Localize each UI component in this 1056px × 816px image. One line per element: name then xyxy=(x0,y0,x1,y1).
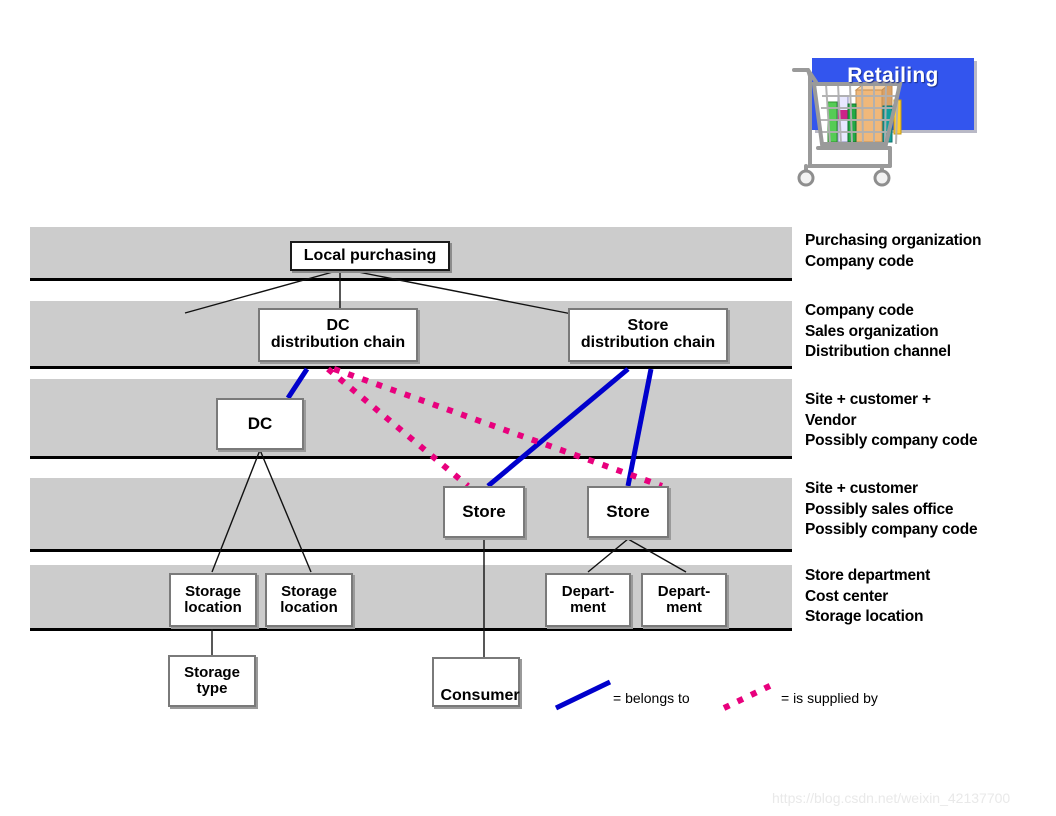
watermark: https://blog.csdn.net/weixin_42137700 xyxy=(772,790,1011,806)
level-description-4-line-2: Possibly sales office xyxy=(805,500,954,518)
node-department-1-line1: Depart- xyxy=(561,583,615,601)
node-store-distribution-chain-line1: Store xyxy=(627,317,669,335)
level-description-3-line-3: Possibly company code xyxy=(805,432,978,450)
level-band-3 xyxy=(30,379,792,459)
node-store-right-label: Store xyxy=(606,502,650,522)
level-description-2: Company code Sales organization Distribu… xyxy=(805,301,951,363)
node-local-purchasing-label: Local purchasing xyxy=(303,246,437,264)
level-description-3-line-2: Vendor xyxy=(805,411,857,429)
legend-is-supplied-by-line xyxy=(722,679,780,711)
legend-belongs-to-label: = belongs to xyxy=(613,690,690,706)
node-store-right[interactable]: Store xyxy=(587,486,669,538)
level-description-5: Store department Cost center Storage loc… xyxy=(805,566,930,628)
node-dc-label: DC xyxy=(247,414,273,434)
level-description-3: Site + customer + Vendor Possibly compan… xyxy=(805,390,978,452)
legend-belongs-to-line xyxy=(554,679,612,711)
level-description-2-line-2: Sales organization xyxy=(805,322,939,340)
node-department-1[interactable]: Depart- ment xyxy=(545,573,631,627)
node-consumer-label: Consumer xyxy=(440,686,520,704)
node-storage-type-line2: type xyxy=(196,680,228,697)
node-store-distribution-chain[interactable]: Store distribution chain xyxy=(568,308,728,362)
node-dc-distribution-chain-line1: DC xyxy=(326,317,350,335)
level-description-5-line-1: Store department xyxy=(805,567,931,584)
node-storage-type[interactable]: Storage type xyxy=(168,655,256,707)
level-description-1-line-2: Company code xyxy=(805,252,914,270)
node-store-left-label: Store xyxy=(462,502,506,522)
node-dc-distribution-chain[interactable]: DC distribution chain xyxy=(258,308,418,362)
level-band-4 xyxy=(30,478,792,552)
level-description-5-line-3: Storage location xyxy=(805,608,924,626)
node-store-left[interactable]: Store xyxy=(443,486,525,538)
node-department-2-line2: ment xyxy=(666,599,702,616)
level-description-5-line-2: Cost center xyxy=(805,587,889,605)
level-description-4: Site + customer Possibly sales office Po… xyxy=(805,479,978,541)
level-description-1-line-1: Purchasing organization xyxy=(805,232,982,249)
node-department-1-line2: ment xyxy=(570,599,606,616)
node-department-2[interactable]: Depart- ment xyxy=(641,573,727,627)
node-consumer[interactable]: Consumer xyxy=(432,657,520,707)
diagram-canvas: Retailing Local purchasing DC distributi… xyxy=(0,0,1056,816)
node-department-2-line1: Depart- xyxy=(657,583,711,601)
node-storage-type-line1: Storage xyxy=(184,664,240,682)
node-storage-location-2[interactable]: Storage location xyxy=(265,573,353,627)
node-storage-location-1-line1: Storage xyxy=(185,583,241,601)
node-dc[interactable]: DC xyxy=(216,398,304,450)
level-description-3-line-1: Site + customer + xyxy=(805,391,931,408)
node-storage-location-1-line2: location xyxy=(184,599,242,616)
banner-title: Retailing xyxy=(847,64,939,87)
node-local-purchasing[interactable]: Local purchasing xyxy=(290,241,450,271)
level-description-4-line-3: Possibly company code xyxy=(805,521,978,539)
level-description-1: Purchasing organization Company code xyxy=(805,231,981,272)
legend-is-supplied-by-label: = is supplied by xyxy=(781,690,878,706)
level-description-4-line-1: Site + customer xyxy=(805,480,918,497)
node-dc-distribution-chain-line2: distribution chain xyxy=(270,334,406,351)
node-storage-location-2-line1: Storage xyxy=(281,583,337,601)
node-storage-location-2-line2: location xyxy=(280,599,338,616)
level-description-2-line-3: Distribution channel xyxy=(805,343,951,361)
node-storage-location-1[interactable]: Storage location xyxy=(169,573,257,627)
node-store-distribution-chain-line2: distribution chain xyxy=(580,334,716,351)
level-description-2-line-1: Company code xyxy=(805,302,914,319)
